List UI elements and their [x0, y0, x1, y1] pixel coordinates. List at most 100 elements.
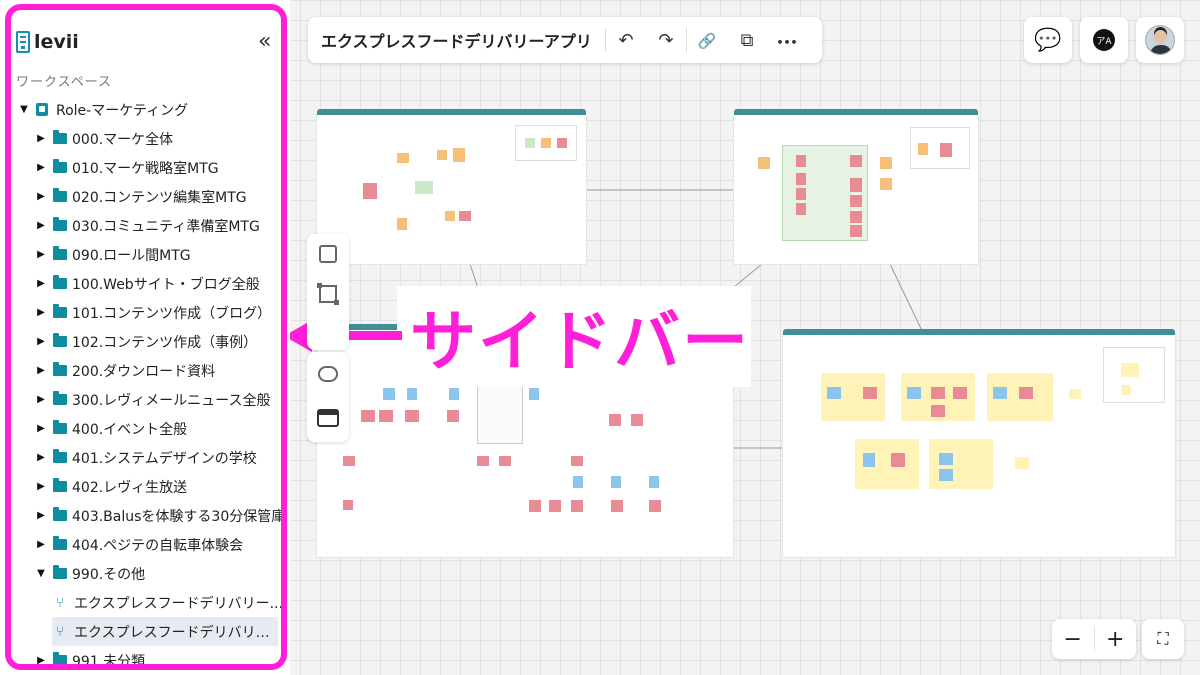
tree-folder[interactable]: ▶ 020.コンテンツ編集室MTG — [0, 182, 290, 211]
user-menu-button[interactable] — [1136, 17, 1184, 63]
tree-folder[interactable]: ▶ 403.Balusを体験する30分保管庫 — [0, 501, 290, 530]
caret-right-icon[interactable]: ▶ — [35, 133, 47, 144]
usecase-board[interactable] — [734, 109, 978, 264]
tree-item-label: 403.Balusを体験する30分保管庫 — [72, 508, 286, 525]
redo-icon: ↷ — [658, 29, 674, 51]
tree-folder[interactable]: ▶ 200.ダウンロード資料 — [0, 356, 290, 385]
comment-tool[interactable] — [307, 352, 349, 396]
sticky-note — [863, 387, 877, 399]
caret-right-icon[interactable]: ▶ — [35, 394, 47, 405]
board-header — [317, 109, 586, 115]
tree-folder-open[interactable]: ▼ 990.その他 — [0, 559, 290, 588]
duplicate-button[interactable]: ⧉ — [727, 30, 767, 51]
ai-icon: アA — [1093, 29, 1115, 51]
context-board[interactable] — [317, 109, 586, 264]
tree-folder[interactable]: ▶ 010.マーケ戦略室MTG — [0, 153, 290, 182]
sticky-note — [931, 405, 945, 417]
sticky-note — [453, 148, 465, 162]
zoom-in-button[interactable]: + — [1094, 619, 1136, 659]
caret-right-icon[interactable]: ▶ — [35, 365, 47, 376]
caret-right-icon[interactable]: ▶ — [35, 481, 47, 492]
more-button[interactable]: ••• — [767, 30, 807, 51]
sticky-note — [361, 410, 375, 422]
legend-swatch — [1121, 385, 1131, 395]
comment-icon — [318, 366, 338, 382]
zoom-out-button[interactable]: − — [1052, 619, 1094, 659]
tree-item-label: 402.レヴィ生放送 — [72, 479, 188, 496]
process-board[interactable] — [783, 329, 1175, 557]
avatar — [1145, 25, 1175, 55]
sticky-note — [343, 500, 353, 510]
sticky-note-tool[interactable] — [307, 234, 349, 274]
board-diagram-icon: ⑂ — [55, 594, 65, 611]
sticky-note — [397, 218, 407, 230]
undo-button[interactable]: ↶ — [606, 30, 646, 51]
copy-icon: ⧉ — [740, 29, 754, 51]
folder-icon — [53, 188, 67, 202]
undo-icon: ↶ — [618, 29, 634, 51]
sticky-note — [383, 388, 395, 400]
ai-assistant-button[interactable]: アA — [1080, 17, 1128, 63]
caret-right-icon[interactable]: ▶ — [35, 162, 47, 173]
caret-down-icon[interactable]: ▼ — [35, 568, 47, 579]
tree-folder[interactable]: ▶ 090.ロール間MTG — [0, 240, 290, 269]
folder-icon — [53, 565, 67, 579]
sticky-note — [850, 155, 862, 167]
tree-board-item-selected[interactable]: ⑂ エクスプレスフードデリバリー... — [52, 617, 278, 646]
sticky-note — [611, 500, 623, 512]
caret-right-icon[interactable]: ▶ — [35, 655, 47, 666]
tree-folder[interactable]: ▶ 101.コンテンツ作成（ブログ） — [0, 298, 290, 327]
sticky-note — [571, 500, 583, 512]
fit-to-screen-button[interactable]: ⛶ — [1142, 619, 1184, 659]
window-tool[interactable] — [307, 396, 349, 440]
sticky-note — [459, 211, 471, 221]
tree-folder[interactable]: ▶ 100.Webサイト・ブログ全般 — [0, 269, 290, 298]
sticky-note — [863, 453, 875, 467]
frame-tool[interactable] — [307, 274, 349, 314]
workspace-section-label: ワークスペース — [16, 75, 113, 90]
document-toolbar: エクスプレスフードデリバリーアプリ ↶ ↷ 🔗 ⧉ ••• — [308, 17, 822, 63]
tree-folder[interactable]: ▶ 102.コンテンツ作成（事例） — [0, 327, 290, 356]
tree-item-label: 102.コンテンツ作成（事例） — [72, 334, 258, 351]
tool-palette — [307, 234, 349, 350]
tree-folder[interactable]: ▶ 000.マーケ全体 — [0, 124, 290, 153]
tree-folder[interactable]: ▶ 991.未分類 — [0, 646, 290, 675]
caret-right-icon[interactable]: ▶ — [35, 452, 47, 463]
tree-folder[interactable]: ▶ 404.ペジテの自転車体験会 — [0, 530, 290, 559]
tree-folder[interactable]: ▶ 300.レヴィメールニュース全般 — [0, 385, 290, 414]
tree-folder[interactable]: ▶ 030.コミュニティ準備室MTG — [0, 211, 290, 240]
sticky-note — [449, 388, 459, 400]
brand[interactable]: levii — [16, 30, 79, 54]
caret-right-icon[interactable]: ▶ — [35, 220, 47, 231]
caret-right-icon[interactable]: ▶ — [35, 307, 47, 318]
tree-item-label: 991.未分類 — [72, 653, 146, 670]
caret-right-icon[interactable]: ▶ — [35, 249, 47, 260]
redo-button[interactable]: ↷ — [646, 30, 686, 51]
sticky-note — [571, 456, 583, 466]
app-name: levii — [34, 31, 79, 53]
tree-item-label: 020.コンテンツ編集室MTG — [72, 189, 247, 206]
caret-right-icon[interactable]: ▶ — [35, 423, 47, 434]
caret-right-icon[interactable]: ▶ — [35, 278, 47, 289]
caret-down-icon[interactable]: ▼ — [18, 104, 30, 115]
sticky-note — [445, 211, 455, 221]
caret-right-icon[interactable]: ▶ — [35, 539, 47, 550]
folder-icon — [53, 507, 67, 521]
collapse-sidebar-button[interactable]: « — [258, 28, 271, 56]
tree-folder[interactable]: ▶ 400.イベント全般 — [0, 414, 290, 443]
caret-right-icon[interactable]: ▶ — [35, 510, 47, 521]
comments-button[interactable]: 💬 — [1024, 17, 1072, 63]
document-title[interactable]: エクスプレスフードデリバリーアプリ — [308, 28, 605, 52]
tree-root-role-marketing[interactable]: ▼ Role-マーケティング — [0, 95, 290, 124]
caret-right-icon[interactable]: ▶ — [35, 191, 47, 202]
tree-folder[interactable]: ▶ 401.システムデザインの学校 — [0, 443, 290, 472]
caret-right-icon[interactable]: ▶ — [35, 336, 47, 347]
tree-board-item[interactable]: ⑂ エクスプレスフードデリバリー... — [0, 588, 290, 617]
comments-icon: 💬 — [1034, 27, 1062, 53]
sticky-note — [407, 388, 417, 400]
window-icon — [317, 409, 339, 427]
sticky-note — [397, 153, 409, 163]
sticky-note — [850, 178, 862, 192]
copy-link-button[interactable]: 🔗 — [687, 30, 727, 51]
tree-folder[interactable]: ▶ 402.レヴィ生放送 — [0, 472, 290, 501]
